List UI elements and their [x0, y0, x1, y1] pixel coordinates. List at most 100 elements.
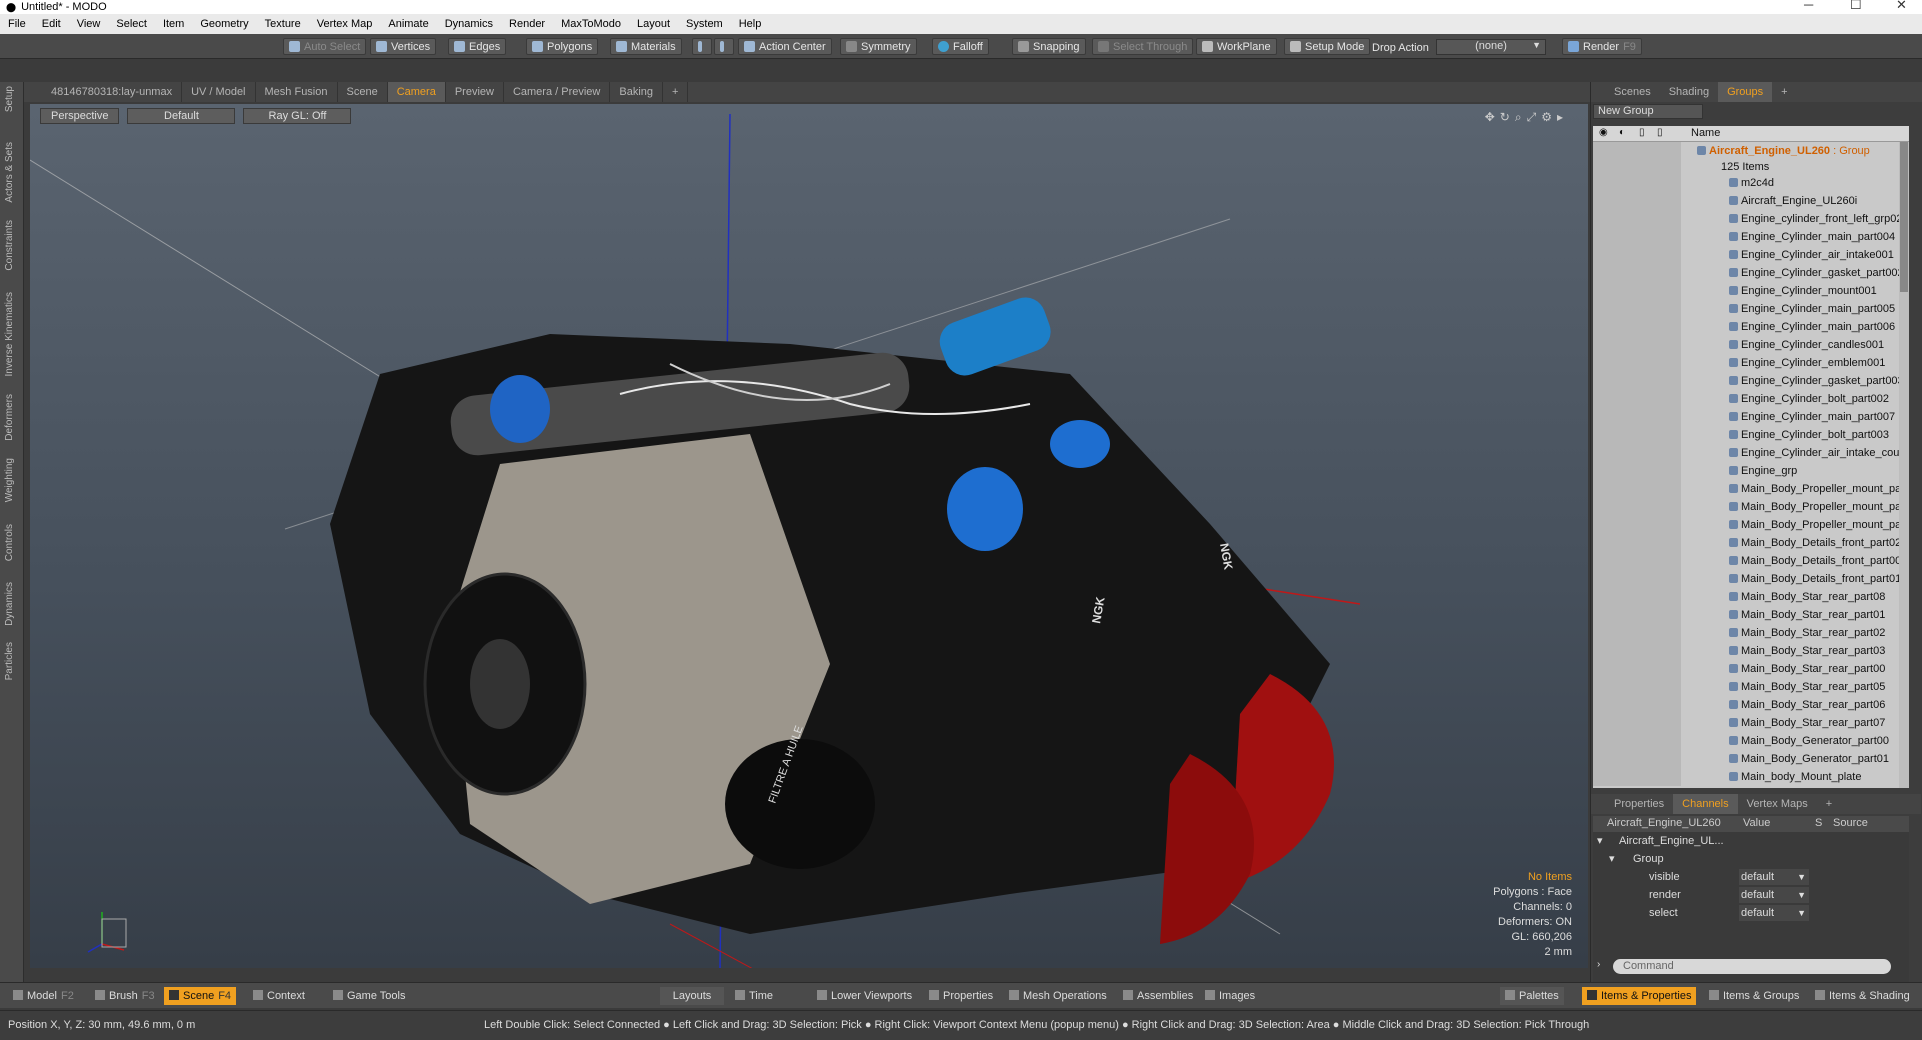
zoom-icon[interactable]: ⌕: [1515, 110, 1527, 124]
shield-settings-button[interactable]: [714, 38, 734, 55]
action-center-button[interactable]: Action Center: [738, 38, 832, 55]
tab-channels[interactable]: Channels: [1673, 794, 1738, 814]
tree-row[interactable]: Engine_Cylinder_bolt_part003: [1593, 426, 1909, 444]
lower-viewports-button[interactable]: Lower Viewports: [812, 987, 917, 1005]
menu-layout[interactable]: Layout: [629, 18, 678, 30]
tree-row[interactable]: Engine_Cylinder_air_intake_coupl...: [1593, 444, 1909, 462]
menu-render[interactable]: Render: [501, 18, 553, 30]
settings-icon[interactable]: ⚙: [1541, 110, 1557, 124]
select-toggle-icon[interactable]: ▯: [1657, 127, 1663, 138]
tab-vertex-maps[interactable]: Vertex Maps: [1738, 794, 1817, 814]
tree-row[interactable]: Main_body_Mount_plate: [1593, 768, 1909, 786]
tree-row[interactable]: Main_Body_Star_rear_part05: [1593, 678, 1909, 696]
menu-item[interactable]: Item: [155, 18, 192, 30]
tab-uv-model[interactable]: UV / Model: [182, 82, 256, 102]
select-value-select[interactable]: default ▼: [1739, 905, 1809, 921]
tree-row[interactable]: Engine_Cylinder_main_part006: [1593, 318, 1909, 336]
game-tools-button[interactable]: Game Tools: [328, 987, 411, 1005]
tab-actors-sets[interactable]: Actors & Sets: [4, 142, 20, 203]
menu-geometry[interactable]: Geometry: [192, 18, 256, 30]
edges-button[interactable]: Edges: [448, 38, 507, 55]
visible-value-select[interactable]: default ▼: [1739, 869, 1809, 885]
tree-row[interactable]: Main_Body_Generator_part01: [1593, 750, 1909, 768]
new-group-button[interactable]: New Group: [1593, 104, 1703, 119]
tab-layout-unmax[interactable]: 48146780318:lay-unmax: [42, 82, 183, 102]
tab-weighting[interactable]: Weighting: [4, 458, 20, 502]
tree-row[interactable]: Engine_Cylinder_gasket_part003: [1593, 372, 1909, 390]
workplane-button[interactable]: WorkPlane: [1196, 38, 1277, 55]
projection-dropdown[interactable]: Perspective: [40, 108, 120, 124]
lock-icon[interactable]: ▯: [1639, 127, 1645, 138]
tree-row[interactable]: Main_Body_Details_front_part02: [1593, 534, 1909, 552]
tab-inverse-kinematics[interactable]: Inverse Kinematics: [4, 292, 20, 376]
rotate-icon[interactable]: ↻: [1500, 110, 1515, 124]
snapping-button[interactable]: Snapping: [1012, 38, 1086, 55]
menu-file[interactable]: File: [0, 18, 34, 30]
command-input[interactable]: Command: [1613, 959, 1891, 974]
tree-row[interactable]: Main_Body_Propeller_mount_part01: [1593, 516, 1909, 534]
add-props-tab-button[interactable]: +: [1817, 794, 1841, 814]
auto-select-button[interactable]: Auto Select: [283, 38, 367, 55]
tree-row[interactable]: Engine_Cylinder_mount001: [1593, 282, 1909, 300]
tree-row[interactable]: Main_Body_Star_rear_part01: [1593, 606, 1909, 624]
expand-icon[interactable]: ▸: [1557, 110, 1568, 124]
tree-row[interactable]: Main_Body_Star_rear_part03: [1593, 642, 1909, 660]
model-layout-button[interactable]: Model F2: [8, 987, 79, 1005]
select-through-button[interactable]: Select Through: [1092, 38, 1194, 55]
3d-viewport[interactable]: FILTRE A HUILE NGK NGK Perspective Defau…: [30, 104, 1588, 968]
tree-row[interactable]: Main_Body_Details_front_part01: [1593, 570, 1909, 588]
menu-edit[interactable]: Edit: [34, 18, 69, 30]
menu-dynamics[interactable]: Dynamics: [437, 18, 501, 30]
tab-camera[interactable]: Camera: [387, 82, 446, 102]
menu-texture[interactable]: Texture: [257, 18, 309, 30]
tab-dynamics[interactable]: Dynamics: [4, 582, 20, 626]
tree-row[interactable]: Main_Body_Star_rear_part06: [1593, 696, 1909, 714]
properties-button[interactable]: Properties: [924, 987, 998, 1005]
mesh-operations-button[interactable]: Mesh Operations: [1004, 987, 1112, 1005]
render-value-select[interactable]: default ▼: [1739, 887, 1809, 903]
tab-preview[interactable]: Preview: [446, 82, 504, 102]
close-button[interactable]: ✕: [1896, 0, 1907, 13]
tab-scene[interactable]: Scene: [338, 82, 388, 102]
tree-row[interactable]: Engine_cylinder_front_left_grp02: [1593, 210, 1909, 228]
tree-row[interactable]: Main_Body_Propeller_mount_part02: [1593, 480, 1909, 498]
items-properties-button[interactable]: Items & Properties: [1582, 987, 1697, 1005]
tree-row[interactable]: Engine_Cylinder_emblem001: [1593, 354, 1909, 372]
channel-group-row[interactable]: ▾ Group: [1593, 850, 1909, 868]
vertices-button[interactable]: Vertices: [370, 38, 437, 55]
tree-row-group[interactable]: Aircraft_Engine_UL260 : Group: [1593, 142, 1909, 160]
render-toggle-icon[interactable]: ◐: [1619, 127, 1625, 138]
tree-row[interactable]: Engine_Cylinder_main_part004: [1593, 228, 1909, 246]
pan-icon[interactable]: ✥: [1485, 110, 1500, 124]
channel-root-row[interactable]: ▾ Aircraft_Engine_UL...: [1593, 832, 1909, 850]
palettes-button[interactable]: Palettes: [1500, 987, 1564, 1005]
maximize-button[interactable]: ☐: [1850, 0, 1862, 13]
menu-vertex-map[interactable]: Vertex Map: [309, 18, 381, 30]
tab-deformers[interactable]: Deformers: [4, 394, 20, 441]
polygons-button[interactable]: Polygons: [526, 38, 599, 55]
fit-icon[interactable]: ⤢: [1527, 110, 1542, 124]
tab-groups[interactable]: Groups: [1718, 82, 1773, 102]
channel-select-row[interactable]: select default ▼: [1593, 904, 1909, 922]
expand-arrow-icon[interactable]: ▾: [1597, 832, 1603, 850]
channel-render-row[interactable]: render default ▼: [1593, 886, 1909, 904]
add-tab-button[interactable]: +: [663, 82, 689, 102]
scene-layout-button[interactable]: Scene F4: [164, 987, 237, 1005]
tree-row[interactable]: Engine_grp: [1593, 462, 1909, 480]
tab-mesh-fusion[interactable]: Mesh Fusion: [256, 82, 338, 102]
time-button[interactable]: Time: [730, 987, 778, 1005]
tree-row[interactable]: Engine_Cylinder_candles001: [1593, 336, 1909, 354]
tree-row[interactable]: Engine_Cylinder_air_intake001: [1593, 246, 1909, 264]
tree-scrollbar[interactable]: [1899, 142, 1909, 788]
tree-row[interactable]: Main_Body_Star_rear_part00: [1593, 660, 1909, 678]
tab-baking[interactable]: Baking: [610, 82, 664, 102]
command-history-icon[interactable]: ›: [1597, 959, 1600, 970]
tree-row[interactable]: m2c4d: [1593, 174, 1909, 192]
channel-visible-row[interactable]: visible default ▼: [1593, 868, 1909, 886]
drop-action-select[interactable]: (none) ▼: [1436, 39, 1546, 55]
tab-scenes[interactable]: Scenes: [1605, 82, 1660, 102]
add-panel-tab-button[interactable]: +: [1772, 82, 1796, 102]
materials-button[interactable]: Materials: [610, 38, 682, 55]
tab-controls[interactable]: Controls: [4, 524, 20, 561]
tree-row[interactable]: Engine_Cylinder_bolt_part002: [1593, 390, 1909, 408]
